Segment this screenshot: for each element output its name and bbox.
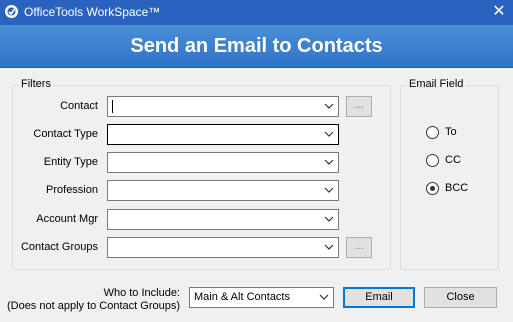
- who-to-include-label: Who to Include: (Does not apply to Conta…: [2, 287, 180, 313]
- text-cursor: [112, 100, 113, 113]
- window-title: OfficeTools WorkSpace™: [24, 5, 161, 19]
- radio-to-button[interactable]: [426, 126, 439, 139]
- contact-groups-browse-button[interactable]: ...: [346, 237, 372, 258]
- who-to-include-select[interactable]: Main & Alt Contacts: [189, 287, 334, 308]
- email-field-group: Email Field: [400, 78, 499, 270]
- contact-type-combobox[interactable]: [107, 124, 339, 145]
- chevron-down-icon[interactable]: [324, 158, 334, 166]
- contact-type-label: Contact Type: [33, 128, 98, 140]
- who-to-include-value: Main & Alt Contacts: [194, 291, 290, 303]
- entity-type-combobox[interactable]: [107, 152, 339, 173]
- header-banner: Send an Email to Contacts: [0, 25, 513, 68]
- profession-label: Profession: [46, 184, 98, 196]
- filters-legend: Filters: [19, 78, 53, 90]
- who-to-include-line2: (Does not apply to Contact Groups): [6, 300, 180, 312]
- contact-browse-button[interactable]: ...: [346, 96, 372, 117]
- chevron-down-icon[interactable]: [324, 215, 334, 223]
- chevron-down-icon[interactable]: [324, 186, 334, 194]
- chevron-down-icon[interactable]: [324, 130, 334, 138]
- close-button[interactable]: Close: [424, 287, 497, 308]
- contact-groups-label: Contact Groups: [20, 241, 98, 253]
- radio-bcc[interactable]: BCC: [426, 182, 486, 196]
- radio-to-label: To: [445, 126, 457, 138]
- radio-to[interactable]: To: [426, 126, 486, 140]
- profession-combobox[interactable]: [107, 180, 339, 201]
- entity-type-label: Entity Type: [43, 156, 98, 168]
- contact-combobox[interactable]: [107, 96, 339, 117]
- contact-groups-combobox[interactable]: [107, 237, 339, 258]
- account-mgr-label: Account Mgr: [36, 213, 98, 225]
- email-field-legend: Email Field: [407, 78, 466, 90]
- title-bar: OfficeTools WorkSpace™ ✕: [0, 0, 513, 25]
- radio-bcc-label: BCC: [445, 182, 469, 194]
- chevron-down-icon[interactable]: [319, 293, 329, 301]
- radio-cc-label: CC: [445, 154, 461, 166]
- email-button[interactable]: Email: [343, 287, 415, 308]
- close-icon[interactable]: ✕: [489, 0, 509, 25]
- chevron-down-icon[interactable]: [324, 243, 334, 251]
- chevron-down-icon[interactable]: [324, 102, 334, 110]
- who-to-include-line1: Who to Include:: [103, 287, 180, 299]
- radio-cc-button[interactable]: [426, 154, 439, 167]
- page-title: Send an Email to Contacts: [130, 35, 383, 57]
- contact-label: Contact: [60, 100, 98, 112]
- radio-cc[interactable]: CC: [426, 154, 486, 168]
- account-mgr-combobox[interactable]: [107, 209, 339, 230]
- officetools-logo-icon: [5, 5, 18, 18]
- radio-bcc-button[interactable]: [426, 182, 439, 195]
